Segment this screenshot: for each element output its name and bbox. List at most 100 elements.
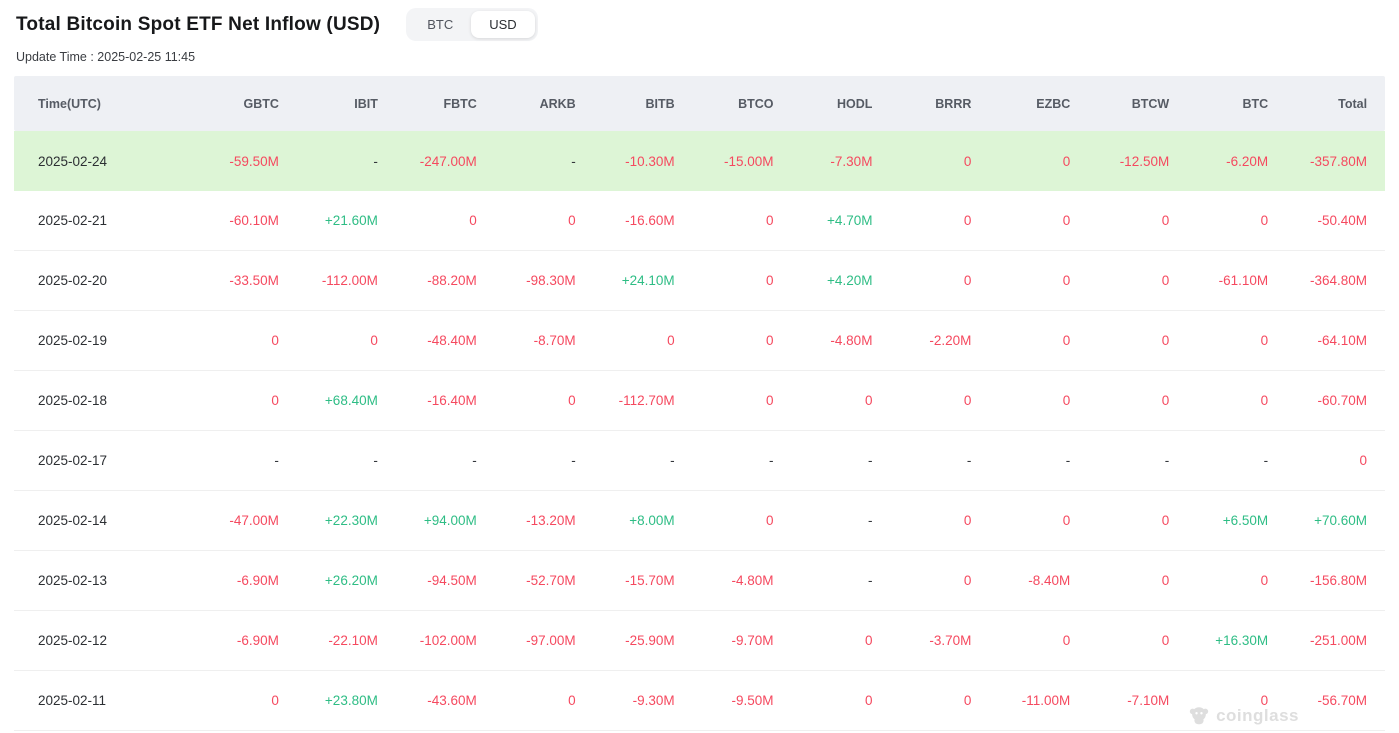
value-cell: -59.50M bbox=[184, 154, 283, 169]
value-cell: -11.00M bbox=[975, 693, 1074, 708]
topbar: Total Bitcoin Spot ETF Net Inflow (USD) … bbox=[0, 0, 1399, 41]
table-row[interactable]: 2025-02-12-6.90M-22.10M-102.00M-97.00M-2… bbox=[14, 611, 1385, 671]
value-cell: -4.80M bbox=[778, 333, 877, 348]
value-cell: 0 bbox=[1173, 573, 1272, 588]
column-header-hodl: HODL bbox=[778, 97, 877, 111]
value-cell: - bbox=[975, 453, 1074, 468]
value-cell: -47.00M bbox=[184, 513, 283, 528]
value-cell: -12.50M bbox=[1074, 154, 1173, 169]
row-date: 2025-02-14 bbox=[14, 513, 184, 528]
value-cell: 0 bbox=[679, 393, 778, 408]
value-cell: 0 bbox=[975, 333, 1074, 348]
table-row[interactable]: 2025-02-110+23.80M-43.60M0-9.30M-9.50M00… bbox=[14, 671, 1385, 731]
value-cell: 0 bbox=[679, 273, 778, 288]
table-header-row: Time(UTC)GBTCIBITFBTCARKBBITBBTCOHODLBRR… bbox=[14, 76, 1385, 131]
value-cell: 0 bbox=[1272, 453, 1385, 468]
value-cell: -52.70M bbox=[481, 573, 580, 588]
row-date: 2025-02-18 bbox=[14, 393, 184, 408]
currency-toggle: BTCUSD bbox=[406, 8, 537, 41]
value-cell: - bbox=[184, 453, 283, 468]
row-date: 2025-02-11 bbox=[14, 693, 184, 708]
value-cell: -112.00M bbox=[283, 273, 382, 288]
value-cell: -16.40M bbox=[382, 393, 481, 408]
value-cell: - bbox=[778, 453, 877, 468]
value-cell: 0 bbox=[876, 393, 975, 408]
value-cell: -3.70M bbox=[876, 633, 975, 648]
value-cell: 0 bbox=[975, 513, 1074, 528]
table-row[interactable]: 2025-02-1900-48.40M-8.70M00-4.80M-2.20M0… bbox=[14, 311, 1385, 371]
value-cell: 0 bbox=[876, 513, 975, 528]
column-header-fbtc: FBTC bbox=[382, 97, 481, 111]
row-date: 2025-02-20 bbox=[14, 273, 184, 288]
value-cell: 0 bbox=[481, 213, 580, 228]
table-row[interactable]: 2025-02-21-60.10M+21.60M00-16.60M0+4.70M… bbox=[14, 191, 1385, 251]
table-row[interactable]: 2025-02-20-33.50M-112.00M-88.20M-98.30M+… bbox=[14, 251, 1385, 311]
value-cell: 0 bbox=[481, 393, 580, 408]
value-cell: -13.20M bbox=[481, 513, 580, 528]
value-cell: 0 bbox=[876, 213, 975, 228]
value-cell: -64.10M bbox=[1272, 333, 1385, 348]
value-cell: 0 bbox=[679, 213, 778, 228]
watermark: coinglass bbox=[1188, 705, 1299, 727]
watermark-label: coinglass bbox=[1216, 706, 1299, 726]
value-cell: -61.10M bbox=[1173, 273, 1272, 288]
value-cell: -6.90M bbox=[184, 573, 283, 588]
value-cell: - bbox=[283, 453, 382, 468]
toggle-usd-button[interactable]: USD bbox=[471, 11, 534, 38]
column-header-btco: BTCO bbox=[679, 97, 778, 111]
gorilla-icon bbox=[1188, 705, 1210, 727]
value-cell: 0 bbox=[975, 154, 1074, 169]
value-cell: -9.70M bbox=[679, 633, 778, 648]
value-cell: - bbox=[382, 453, 481, 468]
table-row[interactable]: 2025-02-14-47.00M+22.30M+94.00M-13.20M+8… bbox=[14, 491, 1385, 551]
value-cell: 0 bbox=[679, 333, 778, 348]
table-row[interactable]: 2025-02-13-6.90M+26.20M-94.50M-52.70M-15… bbox=[14, 551, 1385, 611]
value-cell: -2.20M bbox=[876, 333, 975, 348]
value-cell: 0 bbox=[876, 573, 975, 588]
value-cell: -9.30M bbox=[580, 693, 679, 708]
value-cell: 0 bbox=[184, 693, 283, 708]
value-cell: 0 bbox=[1074, 273, 1173, 288]
value-cell: 0 bbox=[1173, 393, 1272, 408]
value-cell: 0 bbox=[876, 273, 975, 288]
value-cell: -357.80M bbox=[1272, 154, 1385, 169]
table-row[interactable]: 2025-02-17-----------0 bbox=[14, 431, 1385, 491]
value-cell: -48.40M bbox=[382, 333, 481, 348]
row-date: 2025-02-17 bbox=[14, 453, 184, 468]
value-cell: 0 bbox=[975, 273, 1074, 288]
update-time: Update Time : 2025-02-25 11:45 bbox=[0, 41, 1399, 64]
value-cell: -102.00M bbox=[382, 633, 481, 648]
value-cell: -7.30M bbox=[778, 154, 877, 169]
value-cell: - bbox=[580, 453, 679, 468]
value-cell: +21.60M bbox=[283, 213, 382, 228]
column-header-total: Total bbox=[1272, 97, 1385, 111]
column-header-ibit: IBIT bbox=[283, 97, 382, 111]
value-cell: 0 bbox=[184, 333, 283, 348]
value-cell: -8.70M bbox=[481, 333, 580, 348]
value-cell: -88.20M bbox=[382, 273, 481, 288]
value-cell: 0 bbox=[283, 333, 382, 348]
toggle-btc-button[interactable]: BTC bbox=[409, 11, 471, 38]
value-cell: 0 bbox=[778, 693, 877, 708]
value-cell: 0 bbox=[1074, 213, 1173, 228]
value-cell: -9.50M bbox=[679, 693, 778, 708]
value-cell: -156.80M bbox=[1272, 573, 1385, 588]
table-row[interactable]: 2025-02-180+68.40M-16.40M0-112.70M000000… bbox=[14, 371, 1385, 431]
value-cell: -94.50M bbox=[382, 573, 481, 588]
value-cell: 0 bbox=[876, 693, 975, 708]
column-header-btc: BTC bbox=[1173, 97, 1272, 111]
value-cell: -43.60M bbox=[382, 693, 481, 708]
value-cell: -25.90M bbox=[580, 633, 679, 648]
value-cell: 0 bbox=[1074, 333, 1173, 348]
value-cell: 0 bbox=[975, 633, 1074, 648]
value-cell: -112.70M bbox=[580, 393, 679, 408]
value-cell: +22.30M bbox=[283, 513, 382, 528]
value-cell: +70.60M bbox=[1272, 513, 1385, 528]
table-row[interactable]: 2025-02-24-59.50M--247.00M--10.30M-15.00… bbox=[14, 131, 1385, 191]
value-cell: -7.10M bbox=[1074, 693, 1173, 708]
value-cell: -60.70M bbox=[1272, 393, 1385, 408]
value-cell: +4.20M bbox=[778, 273, 877, 288]
value-cell: - bbox=[876, 453, 975, 468]
value-cell: +16.30M bbox=[1173, 633, 1272, 648]
value-cell: 0 bbox=[778, 633, 877, 648]
